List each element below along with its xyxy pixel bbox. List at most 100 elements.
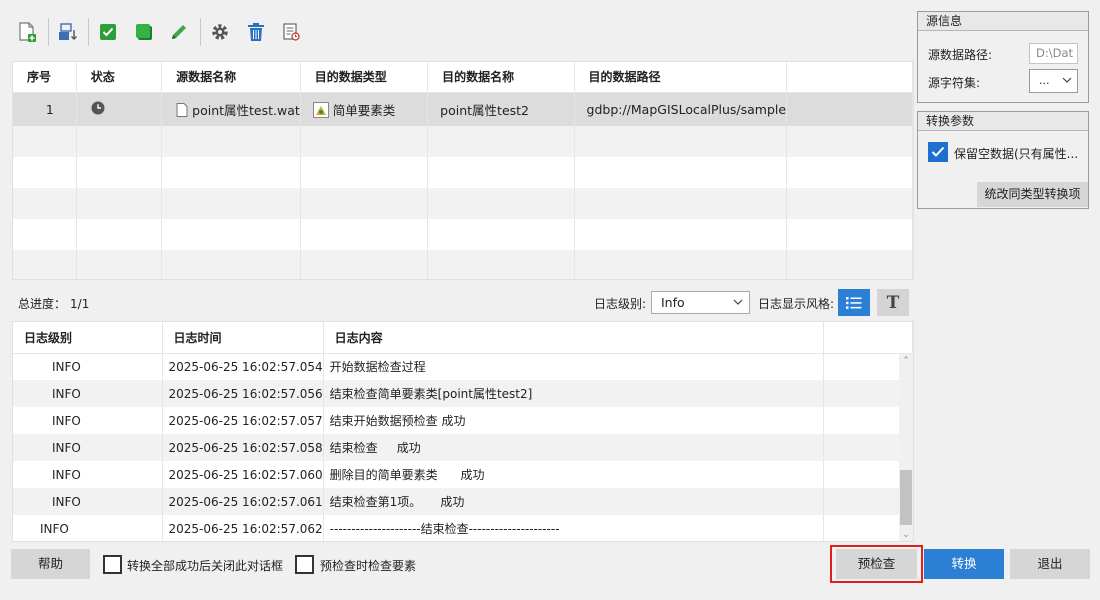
check-all-button[interactable] [93,17,123,47]
precheck-button[interactable]: 预检查 [836,549,917,579]
dest-name-cell: point属性test2 [427,92,575,126]
log-level: INFO [13,488,163,515]
precheck-features-label: 预检查时检查要素 [320,559,417,573]
dest-path-cell: gdbp://MapGISLocalPlus/sample [574,92,788,126]
checkmark-icon [931,146,945,157]
table-header: 序号 状态 源数据名称 目的数据类型 目的数据名称 目的数据路径 [13,62,913,93]
delete-icon [247,23,264,41]
log-time: 2025-06-25 16:02:57.062 [162,515,324,541]
log-scrollbar[interactable]: ⌃ ⌄ [899,354,913,541]
source-path-input[interactable]: D:\Dat [1029,43,1078,64]
conversion-table: 序号 状态 源数据名称 目的数据类型 目的数据名称 目的数据路径 1 point… [12,61,914,280]
toolbar-separator [47,18,49,46]
toolbar-separator [88,18,90,46]
list-style-button[interactable] [838,289,870,316]
log-content: 结束检查 成功 [323,434,824,461]
panel-title: 转换参数 [918,112,1088,131]
log-button[interactable] [276,17,306,47]
empty-cell [786,92,913,126]
import-button[interactable] [53,17,83,47]
table-row [13,219,913,250]
add-file-button[interactable] [12,17,42,47]
toolbar-separator [200,18,202,46]
text-style-glyph: T [886,292,900,313]
log-content: 结束开始数据预检查 成功 [323,407,824,434]
column-header[interactable]: 日志内容 [323,322,824,354]
chevron-down-icon [733,292,743,319]
log-row[interactable]: INFO 2025-06-25 16:02:57.056 结束检查简单要素类[p… [13,380,913,407]
log-level: INFO [13,353,163,380]
feature-class-icon [312,101,329,118]
log-row[interactable]: INFO 2025-06-25 16:02:57.057 结束开始数据预检查 成… [13,407,913,434]
column-header[interactable]: 目的数据名称 [427,62,575,93]
log-row[interactable]: INFO 2025-06-25 16:02:57.061 结束检查第1项。 成功 [13,488,913,515]
source-info-panel: 源信息 源数据路径: D:\Dat 源字符集: ... [917,11,1089,103]
settings-icon [212,24,228,40]
log-table: 日志级别 日志时间 日志内容 INFO 2025-06-25 16:02:57.… [12,321,914,542]
table-row[interactable]: 1 point属性test.wat 简单要素类 point属性test2 gdb… [13,92,913,126]
dest-type-text: 简单要素类 [332,102,396,118]
exit-button[interactable]: 退出 [1010,549,1090,579]
column-header [786,62,913,93]
source-name-cell: point属性test.wat [161,92,301,126]
unify-type-button[interactable]: 统改同类型转换项 [977,182,1088,207]
progress-label: 总进度： [18,297,67,311]
log-level: INFO [13,434,163,461]
log-content: 结束检查简单要素类[point属性test2] [323,380,824,407]
text-style-button[interactable]: T [877,289,909,316]
close-after-label: 转换全部成功后关闭此对话框 [127,559,284,573]
column-header[interactable]: 日志时间 [162,322,324,354]
help-button[interactable]: 帮助 [11,549,90,579]
log-row[interactable]: INFO 2025-06-25 16:02:57.054 开始数据检查过程 [13,353,913,380]
log-row[interactable]: INFO 2025-06-25 16:02:57.058 结束检查 成功 [13,434,913,461]
column-header[interactable]: 目的数据类型 [300,62,429,93]
log-table-header: 日志级别 日志时间 日志内容 [13,322,913,354]
table-row [13,250,913,279]
check-all-icon [100,24,117,40]
log-time: 2025-06-25 16:02:57.061 [162,488,324,515]
chevron-up-icon[interactable]: ⌃ [899,354,913,368]
table-row [13,126,913,157]
log-time: 2025-06-25 16:02:57.056 [162,380,324,407]
clock-icon [91,101,105,115]
delete-button[interactable] [241,17,271,47]
keep-empty-checkbox[interactable] [928,142,948,162]
add-file-icon [19,22,36,42]
edit-button[interactable] [164,17,194,47]
log-level: INFO [13,407,163,434]
convert-button[interactable]: 转换 [924,549,1004,579]
log-time: 2025-06-25 16:02:57.054 [162,353,324,380]
list-icon [846,296,862,309]
column-header[interactable]: 状态 [76,62,163,93]
keep-empty-label: 保留空数据(只有属性... [954,147,1079,161]
source-charset-select[interactable]: ... [1029,69,1078,93]
chevron-down-icon [1062,70,1072,98]
log-time: 2025-06-25 16:02:57.057 [162,407,324,434]
settings-button[interactable] [205,17,235,47]
scroll-thumb[interactable] [900,470,912,525]
toolbar [12,12,312,52]
column-header [823,322,913,354]
log-style-label: 日志显示风格: [758,297,835,311]
source-name-text: point属性test.wat [192,102,300,118]
column-header[interactable]: 日志级别 [13,322,163,354]
log-level-select[interactable]: Info [651,291,750,314]
close-after-checkbox[interactable] [103,555,122,574]
precheck-features-checkbox[interactable] [295,555,314,574]
log-time: 2025-06-25 16:02:57.060 [162,461,324,488]
log-row[interactable]: INFO 2025-06-25 16:02:57.060 删除目的简单要素类 成… [13,461,913,488]
table-row [13,157,913,188]
chevron-down-icon[interactable]: ⌄ [899,528,913,541]
log-level-label: 日志级别: [594,297,647,311]
column-header[interactable]: 序号 [13,62,77,93]
column-header[interactable]: 目的数据路径 [574,62,788,93]
log-level: INFO [13,515,163,541]
log-row[interactable]: INFO 2025-06-25 16:02:57.062 -----------… [13,515,913,541]
source-path-label: 源数据路径: [928,48,993,62]
select-icon [135,24,152,40]
row-index: 1 [13,92,77,126]
column-header[interactable]: 源数据名称 [161,62,301,93]
progress-value: 1/1 [70,297,90,311]
select-button[interactable] [129,17,159,47]
total-progress: 总进度： 1/1 [18,295,89,312]
